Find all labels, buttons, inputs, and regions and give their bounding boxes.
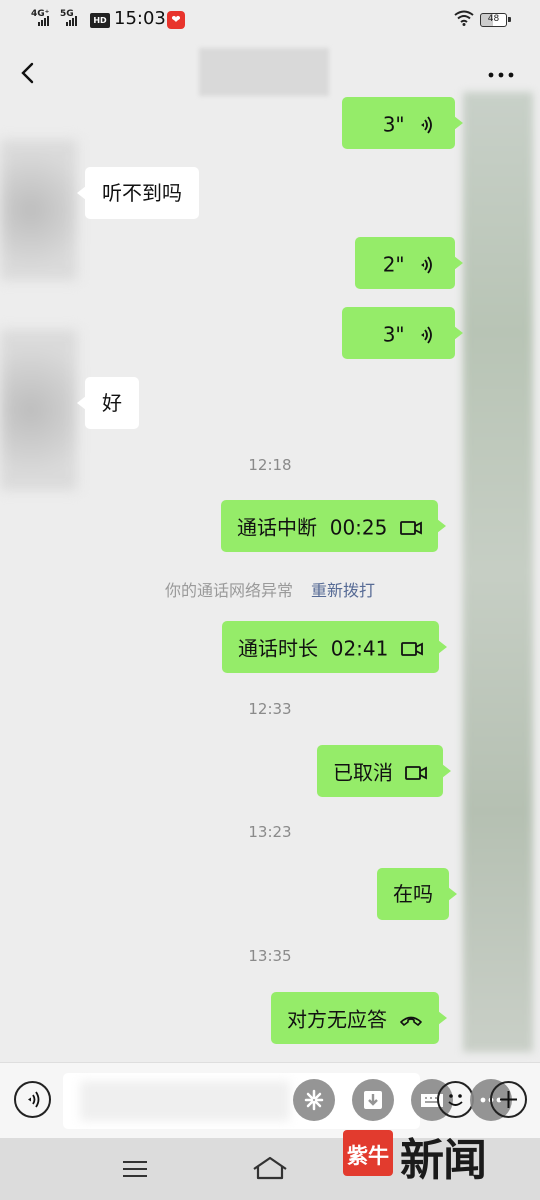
watermark-logo: 紫牛 [343, 1130, 393, 1176]
status-time: 15:03 [114, 8, 166, 29]
network-notice-text: 你的通话网络异常 [164, 581, 293, 600]
call-record-cancelled[interactable]: 已取消 [317, 745, 452, 797]
signal-icon-1 [38, 12, 49, 26]
assistive-tool-1[interactable] [293, 1079, 335, 1121]
app-notification-icon: ❤ [167, 11, 185, 29]
back-arrow-icon[interactable] [14, 58, 44, 88]
voice-toggle-icon [28, 1091, 40, 1108]
chat-title-bar [0, 40, 540, 110]
network-error-notice: 你的通话网络异常 重新拨打 [0, 577, 540, 601]
download-icon [364, 1091, 382, 1109]
text-message-outgoing[interactable]: 在吗 [377, 868, 457, 920]
home-icon[interactable] [250, 1152, 290, 1184]
video-call-icon [399, 520, 422, 535]
input-content-redacted [80, 1081, 290, 1121]
video-call-icon [400, 641, 423, 656]
call-record-no-answer[interactable]: 对方无应答 [271, 992, 448, 1044]
battery-icon: 48 [480, 13, 511, 27]
my-avatar-redacted [463, 92, 533, 1052]
voice-wave-icon [421, 255, 432, 274]
message-timestamp: 12:33 [248, 700, 292, 718]
voice-wave-icon [421, 115, 432, 134]
message-timestamp: 12:18 [248, 456, 292, 474]
emoji-icon [448, 1094, 463, 1106]
assistive-tool-2[interactable] [352, 1079, 394, 1121]
contact-name-redacted [199, 48, 329, 96]
emoji-button[interactable] [437, 1081, 474, 1118]
call-record-duration[interactable]: 通话时长 02:41 [222, 621, 447, 673]
voice-message-outgoing[interactable]: 3" [342, 307, 463, 359]
text-message-incoming[interactable]: 好 [77, 377, 139, 429]
sparkle-icon [304, 1089, 324, 1111]
voice-message-outgoing[interactable]: 2" [355, 237, 463, 289]
redial-link[interactable]: 重新拨打 [311, 581, 375, 600]
voice-message-outgoing[interactable]: 3" [342, 97, 463, 149]
status-bar: 4G⁺ 5G HD 15:03 ❤ 48 [0, 0, 540, 40]
signal-icon-2 [66, 12, 77, 26]
menu-icon[interactable] [118, 1156, 152, 1182]
voice-wave-icon [421, 325, 432, 344]
more-options-icon[interactable] [484, 60, 518, 90]
phone-hangup-icon [400, 1016, 423, 1026]
plus-button[interactable] [490, 1081, 527, 1118]
plus-icon [500, 1091, 517, 1108]
hd-badge: HD [90, 13, 110, 28]
watermark-text: 新闻 [400, 1135, 487, 1186]
message-timestamp: 13:35 [248, 947, 292, 965]
watermark-logo-text: 紫牛 [347, 1144, 389, 1168]
video-call-icon [405, 765, 428, 780]
message-timestamp: 13:23 [248, 823, 292, 841]
contact-avatar-redacted [0, 140, 77, 280]
voice-input-button[interactable] [14, 1081, 51, 1118]
call-record-interrupted[interactable]: 通话中断 00:25 [221, 500, 446, 552]
wifi-icon [454, 10, 474, 26]
text-message-incoming[interactable]: 听不到吗 [77, 167, 199, 219]
